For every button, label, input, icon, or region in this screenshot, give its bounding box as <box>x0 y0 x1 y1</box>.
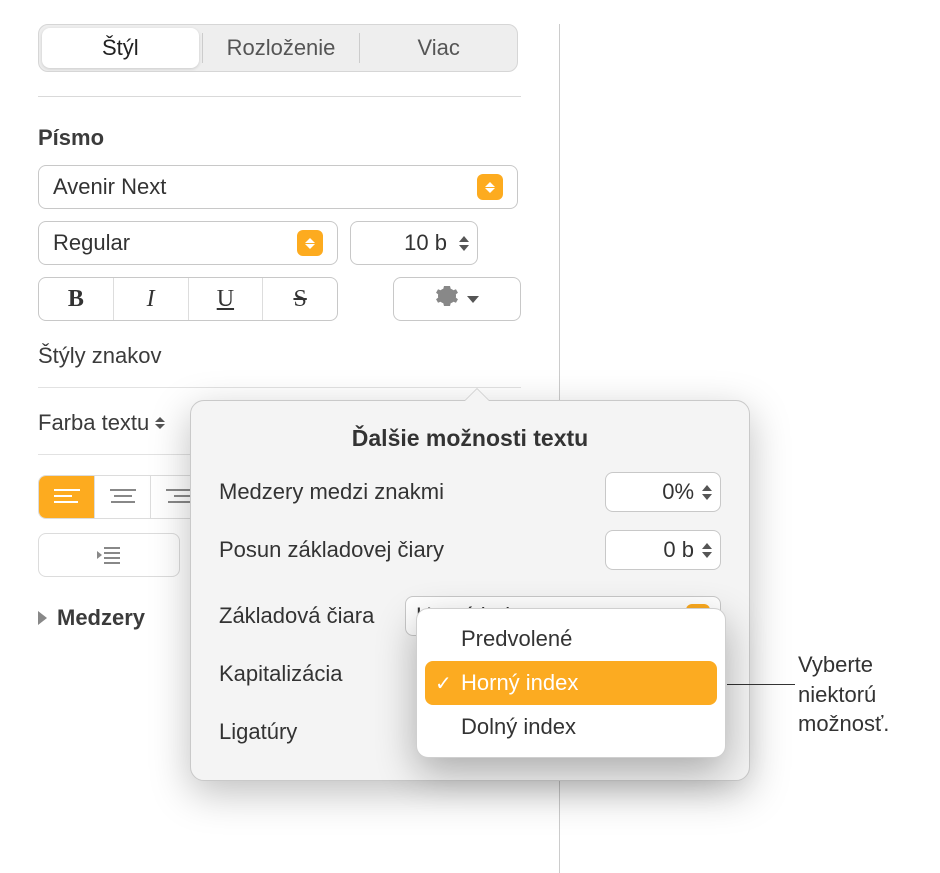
align-left-button[interactable] <box>39 476 95 518</box>
outdent-icon <box>96 545 122 565</box>
strikethrough-button[interactable]: S <box>263 278 337 320</box>
popup-chevron-icon <box>477 174 503 200</box>
popup-chevron-icon <box>297 230 323 256</box>
capitalization-label: Kapitalizácia <box>219 661 343 687</box>
indent-group <box>38 533 180 577</box>
italic-button[interactable]: I <box>114 278 189 320</box>
underline-button[interactable]: U <box>189 278 264 320</box>
popup-chevron-icon <box>155 417 165 429</box>
spacing-label: Medzery <box>57 605 145 631</box>
ligatures-label: Ligatúry <box>219 719 297 745</box>
stepper-arrows-icon <box>702 485 712 500</box>
bold-button[interactable]: B <box>39 278 114 320</box>
menu-item-superscript[interactable]: ✓ Horný index <box>425 661 717 705</box>
checkmark-icon: ✓ <box>435 671 452 696</box>
align-center-button[interactable] <box>95 476 151 518</box>
inspector-tabs: Štýl Rozloženie Viac <box>38 24 518 72</box>
character-styles-text: Štýly znakov <box>38 343 162 369</box>
font-size-stepper[interactable]: 10 b <box>350 221 478 265</box>
baseline-label: Základová čiara <box>219 603 374 629</box>
disclosure-triangle-icon <box>38 611 47 625</box>
callout-leader-line <box>727 684 795 685</box>
font-size-value: 10 b <box>351 230 449 256</box>
font-weight-popup[interactable]: Regular <box>38 221 338 265</box>
divider <box>38 387 521 388</box>
alignment-group <box>38 475 208 519</box>
baseline-dropdown-menu: Predvolené ✓ Horný index Dolný index <box>416 608 726 758</box>
menu-item-label: Dolný index <box>461 714 576 740</box>
tab-layout[interactable]: Rozloženie <box>203 25 360 71</box>
character-styles-label[interactable]: Štýly znakov <box>38 343 521 369</box>
stepper-arrows-icon <box>702 543 712 558</box>
baseline-shift-label: Posun základovej čiary <box>219 537 444 563</box>
callout-line: možnosť. <box>798 709 889 739</box>
font-heading: Písmo <box>38 125 521 151</box>
character-spacing-label: Medzery medzi znakmi <box>219 479 444 505</box>
decrease-indent-button[interactable] <box>39 534 179 576</box>
character-spacing-value: 0% <box>662 479 694 505</box>
menu-item-label: Predvolené <box>461 626 572 652</box>
callout-line: niektorú <box>798 680 889 710</box>
baseline-shift-stepper[interactable]: 0 b <box>605 530 721 570</box>
advanced-text-options-button[interactable] <box>393 277 521 321</box>
chevron-down-icon <box>467 296 479 303</box>
text-color-text: Farba textu <box>38 410 149 436</box>
stepper-arrows-icon <box>459 236 469 251</box>
divider <box>38 96 521 97</box>
callout-annotation: Vyberte niektorú možnosť. <box>798 650 889 739</box>
tab-more[interactable]: Viac <box>360 25 517 71</box>
font-family-value: Avenir Next <box>53 174 166 200</box>
gear-icon <box>435 284 459 314</box>
popover-title: Ďalšie možnosti textu <box>219 425 721 452</box>
callout-line: Vyberte <box>798 650 889 680</box>
align-right-icon <box>166 487 192 507</box>
baseline-shift-value: 0 b <box>663 537 694 563</box>
tab-style[interactable]: Štýl <box>42 28 199 68</box>
font-weight-value: Regular <box>53 230 130 256</box>
font-family-popup[interactable]: Avenir Next <box>38 165 518 209</box>
align-center-icon <box>110 487 136 507</box>
menu-item-default[interactable]: Predvolené <box>425 617 717 661</box>
menu-item-subscript[interactable]: Dolný index <box>425 705 717 749</box>
text-style-group: B I U S <box>38 277 338 321</box>
align-left-icon <box>54 487 80 507</box>
menu-item-label: Horný index <box>461 670 578 696</box>
character-spacing-stepper[interactable]: 0% <box>605 472 721 512</box>
